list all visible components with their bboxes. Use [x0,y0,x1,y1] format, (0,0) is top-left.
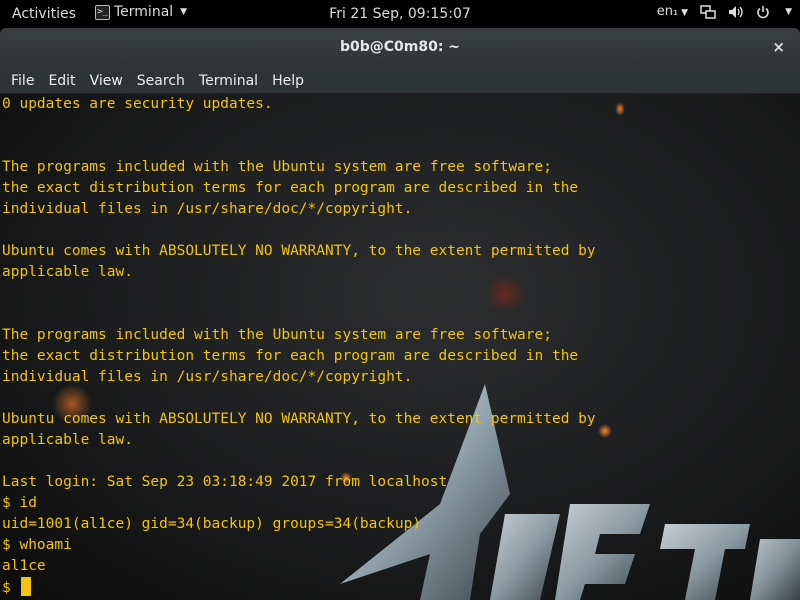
terminal-line: Ubuntu comes with ABSOLUTELY NO WARRANTY… [2,411,596,427]
terminal-line: $ id [2,495,37,511]
terminal-line: applicable law. [2,432,133,448]
close-icon[interactable]: × [772,38,785,56]
terminal-line: individual files in /usr/share/doc/*/cop… [2,201,413,217]
terminal-line: applicable law. [2,264,133,280]
terminal-prompt-line[interactable]: $ [2,577,596,598]
menu-terminal[interactable]: Terminal [192,73,265,89]
app-menu-button[interactable]: >_ Terminal ▼ [95,4,187,20]
background-ember [615,102,625,116]
terminal-line: uid=1001(al1ce) gid=34(backup) groups=34… [2,516,422,532]
top-bar: Activities >_ Terminal ▼ Fri 21 Sep, 09:… [0,0,800,28]
menu-edit[interactable]: Edit [41,73,82,89]
keyboard-layout-label: en₁ [656,4,679,19]
chevron-down-icon: ▼ [681,8,689,18]
system-tray: en₁ ▼ ▼ [657,4,792,19]
terminal-app-icon: >_ [95,4,110,20]
menu-file[interactable]: File [4,73,41,89]
menu-bar: File Edit View Search Terminal Help [0,68,800,94]
terminal-line: individual files in /usr/share/doc/*/cop… [2,369,413,385]
terminal-line: the exact distribution terms for each pr… [2,348,579,364]
terminal-line: $ whoami [2,537,72,553]
clock[interactable]: Fri 21 Sep, 09:15:07 [329,6,471,22]
menu-view[interactable]: View [83,73,130,89]
terminal-line: al1ce [2,558,46,574]
window-title: b0b@C0m80: ~ [339,39,461,55]
terminal-line: The programs included with the Ubuntu sy… [2,159,552,175]
activities-button[interactable]: Activities [12,6,76,22]
terminal-line: 0 updates are security updates. [2,96,273,112]
terminal-line: The programs included with the Ubuntu sy… [2,327,552,343]
terminal-area[interactable]: 0 updates are security updates. The progr… [0,94,800,600]
volume-icon[interactable] [728,5,744,19]
terminal-line: Ubuntu comes with ABSOLUTELY NO WARRANTY… [2,243,596,259]
chevron-down-icon[interactable]: ▼ [785,7,792,17]
power-icon[interactable] [756,5,770,19]
terminal-output: 0 updates are security updates. The progr… [2,94,596,598]
menu-help[interactable]: Help [265,73,311,89]
chevron-down-icon: ▼ [180,7,188,17]
shell-prompt: $ [2,580,20,596]
menu-search[interactable]: Search [130,73,192,89]
terminal-line: the exact distribution terms for each pr… [2,180,579,196]
terminal-line: Last login: Sat Sep 23 03:18:49 2017 fro… [2,474,448,490]
text-cursor [21,577,32,596]
network-icon[interactable] [700,4,716,19]
app-menu-label: Terminal [114,4,174,20]
window-titlebar[interactable]: b0b@C0m80: ~ × [0,28,800,68]
keyboard-layout-indicator[interactable]: en₁ ▼ [657,4,688,19]
